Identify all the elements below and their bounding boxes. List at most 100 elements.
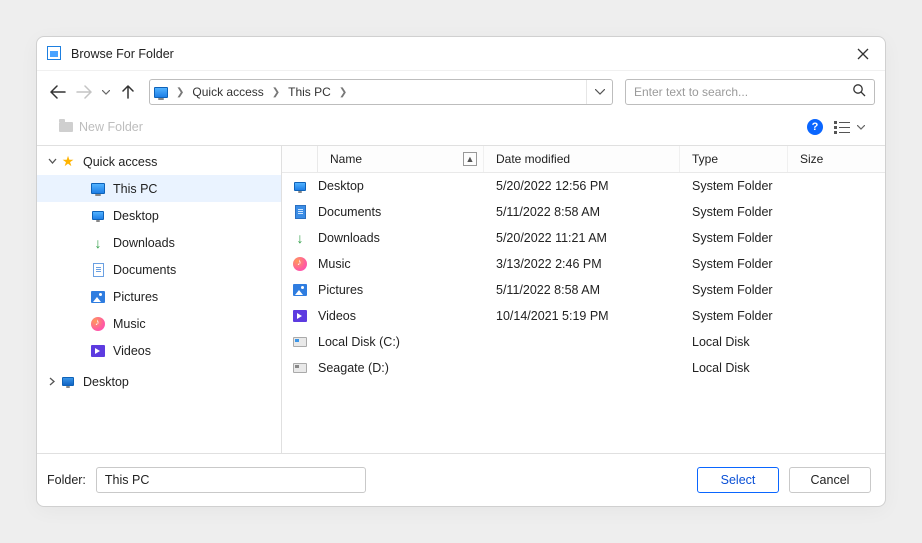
column-header-type[interactable]: Type (680, 146, 788, 172)
search-icon[interactable] (852, 83, 866, 102)
folder-tree[interactable]: ★ Quick access This PC Desktop ↓ Downloads D… (37, 146, 282, 453)
column-header-size[interactable]: Size (788, 146, 885, 172)
item-type: System Folder (680, 257, 788, 271)
tree-node-label: Pictures (113, 290, 158, 304)
close-button[interactable] (855, 46, 871, 62)
breadcrumb-item[interactable]: Quick access (188, 85, 267, 99)
item-date: 5/20/2022 12:56 PM (484, 179, 680, 193)
sort-indicator-icon[interactable]: ▲ (463, 152, 477, 166)
item-name: Downloads (318, 231, 484, 245)
item-name: Videos (318, 309, 484, 323)
breadcrumb-bar[interactable]: ❯ Quick access ❯ This PC ❯ (149, 79, 613, 105)
select-button[interactable]: Select (697, 467, 779, 493)
item-date: 5/11/2022 8:58 AM (484, 283, 680, 297)
view-mode-button[interactable] (833, 118, 851, 136)
help-button[interactable]: ? (807, 119, 823, 135)
list-item[interactable]: Local Disk (C:) Local Disk (282, 329, 885, 355)
list-item[interactable]: ↓Downloads5/20/2022 11:21 AMSystem Folde… (282, 225, 885, 251)
chevron-down-icon[interactable] (45, 157, 59, 166)
forward-button[interactable] (73, 81, 95, 103)
column-handle[interactable] (282, 146, 318, 172)
tree-node-label: Downloads (113, 236, 175, 250)
item-type: Local Disk (680, 361, 788, 375)
item-name: Desktop (318, 179, 484, 193)
dialog-body: ★ Quick access This PCDesktop↓DownloadsD… (37, 145, 885, 454)
item-type: System Folder (680, 179, 788, 193)
item-name: Documents (318, 205, 484, 219)
browse-folder-dialog: Browse For Folder ❯ Quick access ❯ This … (36, 36, 886, 507)
breadcrumb-dropdown[interactable] (586, 80, 612, 104)
chevron-right-icon[interactable] (45, 377, 59, 386)
list-item[interactable]: Seagate (D:) Local Disk (282, 355, 885, 381)
tree-node-label: Documents (113, 263, 176, 277)
download-icon: ↓ (89, 235, 107, 251)
tree-node-desktop-root[interactable]: Desktop (37, 368, 281, 395)
nav-row: ❯ Quick access ❯ This PC ❯ (37, 71, 885, 113)
list-item[interactable]: Pictures5/11/2022 8:58 AMSystem Folder (282, 277, 885, 303)
list-item[interactable]: Documents5/11/2022 8:58 AMSystem Folder (282, 199, 885, 225)
tree-node-label: Desktop (113, 209, 159, 223)
app-icon (47, 46, 63, 62)
download-icon: ↓ (282, 230, 318, 246)
tree-node-label: Quick access (83, 155, 157, 169)
column-header-date[interactable]: Date modified (484, 146, 680, 172)
view-mode-dropdown[interactable] (857, 122, 871, 133)
tree-node-videos[interactable]: Videos (37, 337, 281, 364)
history-dropdown[interactable] (99, 81, 113, 103)
breadcrumb-root-icon (150, 87, 172, 98)
tree-node-label: Videos (113, 344, 151, 358)
tree-node-music[interactable]: Music (37, 310, 281, 337)
monitor-sm-icon (89, 211, 107, 220)
item-name: Seagate (D:) (318, 361, 484, 375)
item-date: 10/14/2021 5:19 PM (484, 309, 680, 323)
list-item[interactable]: Music3/13/2022 2:46 PMSystem Folder (282, 251, 885, 277)
item-date: 3/13/2022 2:46 PM (484, 257, 680, 271)
item-type: Local Disk (680, 335, 788, 349)
tree-node-documents[interactable]: Documents (37, 256, 281, 283)
tree-node-quick-access[interactable]: ★ Quick access (37, 148, 281, 175)
up-button[interactable] (117, 81, 139, 103)
pic-icon (89, 291, 107, 303)
disk-icon (282, 337, 318, 347)
chevron-right-icon: ❯ (335, 87, 351, 98)
search-bar[interactable] (625, 79, 875, 105)
monitor-icon (59, 377, 77, 386)
cancel-button[interactable]: Cancel (789, 467, 871, 493)
doc-blue-icon (282, 205, 318, 219)
breadcrumb-item[interactable]: This PC (284, 85, 335, 99)
search-input[interactable] (634, 85, 852, 99)
item-date: 5/11/2022 8:58 AM (484, 205, 680, 219)
back-button[interactable] (47, 81, 69, 103)
new-folder-label: New Folder (79, 120, 143, 134)
pic-icon (282, 284, 318, 296)
file-list: Name ▲ Date modified Type Size Desktop5/… (282, 146, 885, 453)
item-date: 5/20/2022 11:21 AM (484, 231, 680, 245)
list-item[interactable]: Desktop5/20/2022 12:56 PMSystem Folder (282, 173, 885, 199)
item-name: Local Disk (C:) (318, 335, 484, 349)
folder-path-input[interactable] (96, 467, 366, 493)
video-icon (89, 345, 107, 357)
music-icon (89, 317, 107, 331)
window-title: Browse For Folder (71, 47, 855, 61)
music-icon (282, 257, 318, 271)
video-icon (282, 310, 318, 322)
column-header-name[interactable]: Name ▲ (318, 146, 484, 172)
item-type: System Folder (680, 309, 788, 323)
tree-node-pictures[interactable]: Pictures (37, 283, 281, 310)
folder-label: Folder: (47, 473, 86, 487)
monitor-icon (89, 183, 107, 194)
dialog-footer: Folder: Select Cancel (37, 454, 885, 506)
toolbar: New Folder ? (37, 113, 885, 145)
list-item[interactable]: Videos10/14/2021 5:19 PMSystem Folder (282, 303, 885, 329)
tree-node-desktop[interactable]: Desktop (37, 202, 281, 229)
new-folder-button: New Folder (59, 120, 143, 134)
tree-node-label: Music (113, 317, 146, 331)
tree-node-label: Desktop (83, 375, 129, 389)
tree-node-thispc[interactable]: This PC (37, 175, 281, 202)
tree-node-downloads[interactable]: ↓ Downloads (37, 229, 281, 256)
titlebar: Browse For Folder (37, 37, 885, 71)
folder-icon (59, 122, 73, 132)
item-type: System Folder (680, 231, 788, 245)
chevron-right-icon: ❯ (268, 87, 284, 98)
doc-icon (89, 263, 107, 277)
